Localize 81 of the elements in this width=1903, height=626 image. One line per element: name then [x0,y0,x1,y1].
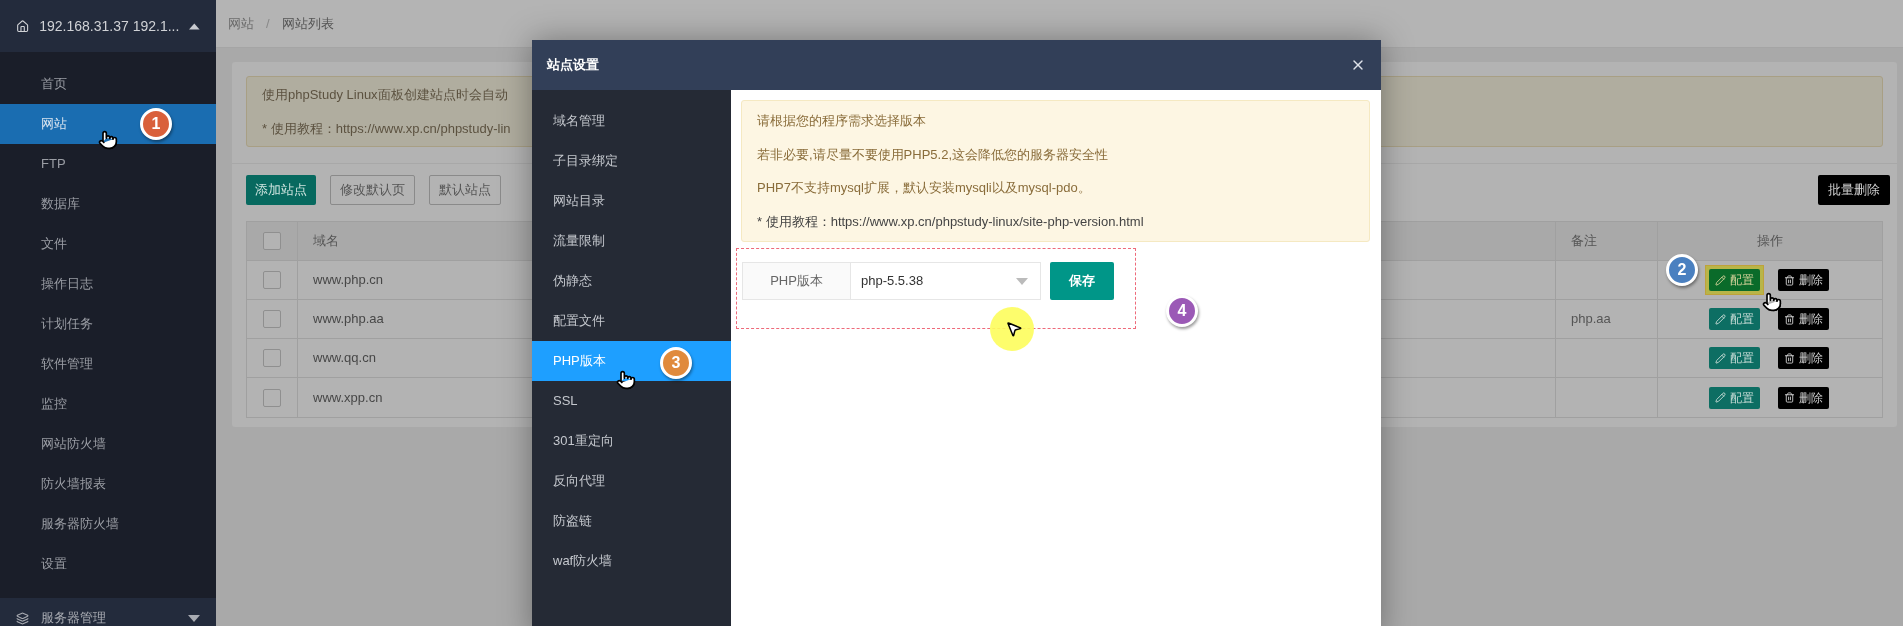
hand-cursor-icon [1762,292,1782,312]
notice-text: * 使用教程：https://www.xp.cn/phpstudy-lin [262,120,511,136]
sidebar-item[interactable]: 数据库 [0,184,216,224]
delete-button[interactable]: 删除 [1778,269,1829,291]
modal-nav-item[interactable]: 反向代理 [532,461,731,501]
notice-text: 使用phpStudy Linux面板创建站点时会自动 [262,87,508,102]
breadcrumb-separator: / [266,14,270,33]
sidebar-item[interactable]: 监控 [0,384,216,424]
notice-text: 若非必要,请尽量不要使用PHP5.2,这会降低您的服务器安全性 [757,145,1110,164]
sidebar-item[interactable]: 网站防火墙 [0,424,216,464]
table-cell-text: www.xpp.cn [313,388,383,407]
toolbar-button[interactable]: 添加站点 [246,175,316,205]
config-button[interactable]: 配置 [1709,386,1760,409]
modal-nav-item[interactable]: 伪静态 [532,261,731,301]
column-header: 域名 [313,232,339,251]
table-cell-text: www.php.aa [313,310,384,329]
modal-nav-item[interactable]: 301重定向 [532,421,731,461]
trash-icon [1784,392,1795,403]
config-button[interactable]: 配置 [1709,269,1760,291]
batch-delete-button[interactable]: 批量删除 [1818,175,1890,205]
caret-up-icon [189,22,200,30]
checkbox[interactable] [263,310,281,328]
modal-nav-item[interactable]: 子目录绑定 [532,141,731,181]
sidebar-item[interactable]: 计划任务 [0,304,216,344]
arrow-cursor-icon [1005,320,1023,338]
delete-button[interactable]: 删除 [1778,347,1829,369]
sidebar-item[interactable]: 首页 [0,64,216,104]
config-button[interactable]: 配置 [1709,347,1760,369]
sidebar-item[interactable]: 文件 [0,224,216,264]
modal-nav-item[interactable]: 防盗链 [532,501,731,541]
modal-title: 站点设置 [547,56,600,75]
select-value: php-5.5.38 [861,272,925,291]
sidebar-item[interactable]: 设置 [0,544,216,584]
sidebar-item[interactable]: FTP [0,144,216,184]
sidebar-item[interactable]: 软件管理 [0,344,216,384]
table-cell-text: php.aa [1571,310,1611,329]
toolbar-button[interactable]: 修改默认页 [330,175,415,205]
config-button[interactable]: 配置 [1709,308,1760,330]
php-version-label: PHP版本 [742,262,851,300]
checkbox[interactable] [263,388,281,407]
pencil-icon [1715,313,1726,325]
table-cell-text: www.php.cn [313,271,384,290]
pencil-icon [1715,352,1726,364]
notice-text: PHP7不支持mysql扩展，默认安装mysqli以及mysql-pdo。 [757,179,1092,197]
modal-nav-item[interactable]: 域名管理 [532,101,731,141]
column-header: 备注 [1555,222,1657,260]
server-header[interactable]: 192.168.31.37 192.1... [0,0,216,52]
trash-icon [1784,313,1795,325]
checkbox[interactable] [263,232,281,250]
trash-icon [1784,352,1795,364]
sidebar-item[interactable]: 防火墙报表 [0,464,216,504]
hand-cursor-icon [98,130,118,150]
notice-text: 请根据您的程序需求选择版本 [757,112,927,130]
checkbox[interactable] [263,349,281,367]
caret-down-icon [188,614,200,622]
toolbar-button[interactable]: 默认站点 [429,175,501,205]
pencil-icon [1715,274,1726,286]
section-label: 服务器管理 [41,609,107,626]
table-cell-text: www.qq.cn [313,349,376,368]
notice-text: * 使用教程：https://www.xp.cn/phpstudy-linux/site-php-version.html [757,212,1145,231]
delete-button[interactable]: 删除 [1778,308,1829,330]
modal-nav-item[interactable]: 配置文件 [532,301,731,341]
sidebar-item[interactable]: 服务器防火墙 [0,504,216,544]
modal-nav-item[interactable]: waf防火墙 [532,541,731,581]
modal-nav-item[interactable]: 网站目录 [532,181,731,221]
modal-nav-item[interactable]: SSL [532,381,731,421]
delete-button[interactable]: 删除 [1778,386,1829,409]
server-name: 192.168.31.37 192.1... [39,16,180,36]
caret-down-icon [1016,277,1028,285]
sidebar-item[interactable]: 操作日志 [0,264,216,304]
breadcrumb-current: 网站列表 [281,14,334,33]
pencil-icon [1715,392,1726,403]
trash-icon [1784,274,1795,286]
home-icon [16,18,30,34]
modal-nav-item[interactable]: 流量限制 [532,221,731,261]
sidebar-section[interactable]: 服务器管理 [0,598,216,626]
hand-cursor-icon [616,370,636,390]
checkbox[interactable] [263,271,281,289]
layers-icon [16,611,29,625]
php-version-select[interactable]: php-5.5.38 [851,262,1041,300]
save-button[interactable]: 保存 [1050,262,1114,300]
